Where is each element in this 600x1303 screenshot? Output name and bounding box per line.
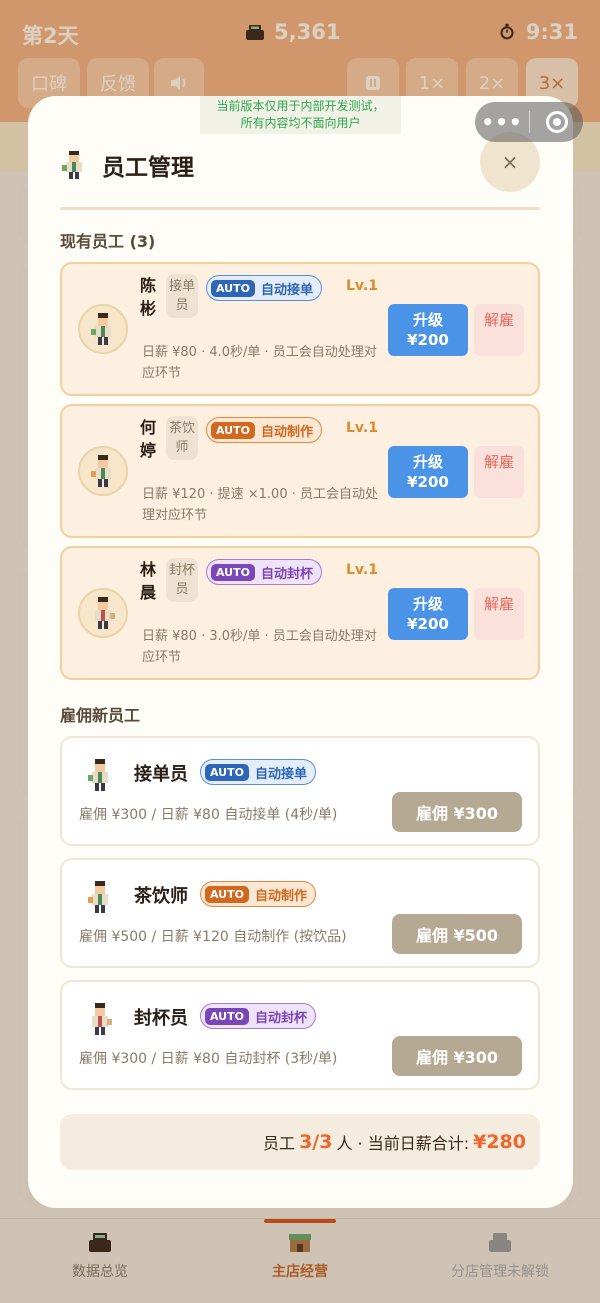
auto-label: 自动封杯 <box>260 566 313 582</box>
auto-pill: AUTO <box>205 763 249 781</box>
hire-card: 接单员 AUTO 自动接单 雇佣 ¥300 / 日薪 ¥80 自动接单 (4秒/… <box>60 736 540 846</box>
auto-label: 自动接单 <box>254 766 307 782</box>
hire-button[interactable]: 雇佣 ¥300 <box>392 792 522 832</box>
fire-button[interactable]: 解雇 <box>474 304 524 356</box>
cup-sealer-icon <box>92 1003 112 1035</box>
hire-description: 雇佣 ¥500 / 日薪 ¥120 自动制作 (按饮品) <box>79 929 347 945</box>
employee-name: 何婷 <box>140 418 157 460</box>
staff-management-modal: 员工管理 × 现有员工 (3) 陈彬 接单员 AUTO 自动接单 Lv.1 日薪… <box>28 96 573 1208</box>
upgrade-label: 升级 <box>412 595 443 613</box>
summary-unit: 人 · 当前日薪合计: <box>336 1134 470 1153</box>
employee-description: 日薪 ¥120 · 提速 ×1.00 · 员工会自动处理对应环节 <box>142 487 378 523</box>
auto-badge: AUTO 自动接单 <box>200 759 316 785</box>
employee-card: 林晨 封杯员 AUTO 自动封杯 Lv.1 日薪 ¥80 · 3.0秒/单 · … <box>60 546 540 680</box>
staff-summary-bar: 员工 3/3 人 · 当前日薪合计: ¥280 <box>60 1114 540 1170</box>
hire-role-name: 封杯员 <box>134 1008 188 1029</box>
upgrade-price: ¥200 <box>407 473 449 491</box>
miniprogram-capsule: ••• <box>475 102 583 142</box>
more-menu-button[interactable]: ••• <box>475 110 529 134</box>
order-taker-icon <box>88 759 108 791</box>
modal-header: 员工管理 <box>60 148 194 182</box>
summary-label: 员工 <box>263 1134 296 1153</box>
fire-button[interactable]: 解雇 <box>474 588 524 640</box>
close-icon: × <box>501 150 519 174</box>
upgrade-price: ¥200 <box>407 615 449 633</box>
auto-label: 自动接单 <box>260 282 313 298</box>
employee-description: 日薪 ¥80 · 4.0秒/单 · 员工会自动处理对应环节 <box>142 345 377 381</box>
role-tag: 茶饮师 <box>166 416 198 460</box>
barista-icon <box>88 881 108 913</box>
level-label: Lv.1 <box>346 420 378 436</box>
hire-card: 茶饮师 AUTO 自动制作 雇佣 ¥500 / 日薪 ¥120 自动制作 (按饮… <box>60 858 540 968</box>
employee-card: 陈彬 接单员 AUTO 自动接单 Lv.1 日薪 ¥80 · 4.0秒/单 · … <box>60 262 540 396</box>
upgrade-label: 升级 <box>412 311 443 329</box>
dev-test-banner: 当前版本仅用于内部开发测试， 所有内容均不面向用户 <box>200 96 401 134</box>
auto-badge: AUTO 自动制作 <box>200 881 316 907</box>
staff-count: 3/3 <box>299 1131 333 1153</box>
upgrade-label: 升级 <box>412 453 443 471</box>
header-divider <box>60 207 540 210</box>
upgrade-price: ¥200 <box>407 331 449 349</box>
hire-description: 雇佣 ¥300 / 日薪 ¥80 自动封杯 (3秒/单) <box>79 1051 338 1067</box>
auto-pill: AUTO <box>211 421 255 439</box>
worker-avatar-icon <box>91 455 111 487</box>
auto-badge: AUTO 自动封杯 <box>200 1003 316 1029</box>
hire-card: 封杯员 AUTO 自动封杯 雇佣 ¥300 / 日薪 ¥80 自动封杯 (3秒/… <box>60 980 540 1090</box>
hire-button[interactable]: 雇佣 ¥300 <box>392 1036 522 1076</box>
avatar <box>78 446 128 496</box>
fire-button[interactable]: 解雇 <box>474 446 524 498</box>
role-tag: 接单员 <box>166 274 198 318</box>
staff-icon <box>62 151 82 179</box>
employee-name: 林晨 <box>140 560 157 602</box>
level-label: Lv.1 <box>346 562 378 578</box>
dev-banner-line: 当前版本仅用于内部开发测试， <box>216 99 385 113</box>
hire-heading: 雇佣新员工 <box>60 706 141 725</box>
upgrade-button[interactable]: 升级 ¥200 <box>388 304 468 356</box>
employee-description: 日薪 ¥80 · 3.0秒/单 · 员工会自动处理对应环节 <box>142 629 377 665</box>
total-wage: ¥280 <box>473 1131 526 1153</box>
auto-pill: AUTO <box>211 563 255 581</box>
avatar <box>78 588 128 638</box>
auto-badge: AUTO 自动封杯 <box>206 559 322 585</box>
auto-badge: AUTO 自动接单 <box>206 275 322 301</box>
employee-name: 陈彬 <box>140 276 157 318</box>
worker-avatar-icon <box>95 597 115 629</box>
upgrade-button[interactable]: 升级 ¥200 <box>388 446 468 498</box>
close-miniprogram-button[interactable] <box>530 111 583 133</box>
hire-role-name: 接单员 <box>134 764 188 785</box>
level-label: Lv.1 <box>346 278 378 294</box>
auto-label: 自动制作 <box>260 424 313 440</box>
upgrade-button[interactable]: 升级 ¥200 <box>388 588 468 640</box>
current-staff-heading: 现有员工 (3) <box>60 232 156 251</box>
auto-label: 自动封杯 <box>254 1010 307 1026</box>
hire-button[interactable]: 雇佣 ¥500 <box>392 914 522 954</box>
role-tag: 封杯员 <box>166 558 198 602</box>
avatar <box>78 304 128 354</box>
target-icon <box>545 111 568 133</box>
employee-card: 何婷 茶饮师 AUTO 自动制作 Lv.1 日薪 ¥120 · 提速 ×1.00… <box>60 404 540 538</box>
hire-role-name: 茶饮师 <box>134 886 188 907</box>
auto-pill: AUTO <box>205 885 249 903</box>
auto-pill: AUTO <box>205 1007 249 1025</box>
auto-badge: AUTO 自动制作 <box>206 417 322 443</box>
auto-label: 自动制作 <box>254 888 307 904</box>
worker-avatar-icon <box>91 313 111 345</box>
hire-description: 雇佣 ¥300 / 日薪 ¥80 自动接单 (4秒/单) <box>79 807 338 823</box>
auto-pill: AUTO <box>211 279 255 297</box>
dev-banner-line: 所有内容均不面向用户 <box>240 116 361 130</box>
modal-title: 员工管理 <box>102 155 194 181</box>
